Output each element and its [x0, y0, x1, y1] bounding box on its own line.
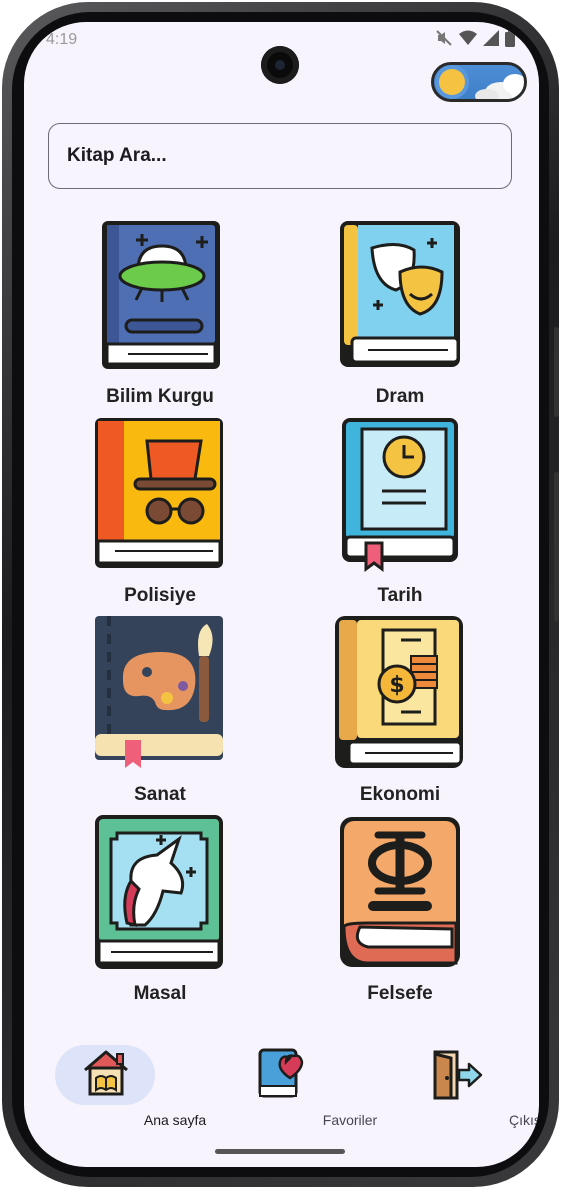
sun-icon: [435, 65, 524, 99]
gesture-home-bar[interactable]: [215, 1149, 345, 1154]
category-sanat[interactable]: Sanat: [60, 616, 260, 806]
category-label: Masal: [133, 983, 187, 1004]
category-felsefe[interactable]: Felsefe: [300, 815, 500, 1005]
category-label: Dram: [375, 386, 425, 407]
unicorn-book-icon: [95, 815, 223, 969]
category-label: Ekonomi: [359, 784, 441, 805]
mute-icon: [436, 30, 452, 46]
status-time: 4:19: [46, 31, 78, 48]
category-dram[interactable]: Dram: [300, 218, 500, 408]
category-bilim-kurgu[interactable]: Bilim Kurgu: [60, 218, 260, 408]
phi-book-icon: [340, 817, 460, 967]
nav-exit[interactable]: Çıkış: [385, 1032, 539, 1132]
wifi-icon: [459, 30, 477, 45]
bottom-navigation: Ana sayfa Favoriler Çıkış: [24, 1032, 539, 1142]
palette-book-icon: [95, 616, 223, 768]
search-input[interactable]: [49, 124, 511, 188]
category-label: Sanat: [134, 784, 186, 805]
category-tarih[interactable]: Tarih: [300, 417, 500, 607]
svg-text:$: $: [389, 673, 404, 698]
category-label: Bilim Kurgu: [106, 386, 214, 407]
exit-door-icon: [433, 1050, 483, 1100]
category-label: Felsefe: [367, 983, 433, 1004]
battery-icon: [505, 29, 515, 47]
nav-label: Çıkış: [509, 1112, 539, 1128]
category-polisiye[interactable]: Polisiye: [60, 417, 260, 607]
category-label: Tarih: [377, 585, 423, 606]
nav-favorites[interactable]: Favoriler: [210, 1032, 377, 1132]
volume-button: [554, 327, 559, 417]
category-label: Polisiye: [124, 585, 196, 606]
home-book-icon: [84, 1050, 128, 1096]
theme-toggle[interactable]: [431, 62, 527, 102]
clock-book-icon: [342, 418, 458, 572]
signal-icon: [483, 30, 499, 46]
heart-book-icon: [258, 1048, 304, 1098]
theater-masks-book-icon: [340, 221, 460, 367]
screen: 4:19 Kitap Ara... Bilim Kurgu Dram Polis…: [24, 22, 539, 1167]
front-camera: [261, 46, 299, 84]
category-ekonomi[interactable]: $ Ekonomi: [300, 616, 500, 806]
status-icons: [435, 29, 515, 47]
ufo-book-icon: [102, 221, 220, 369]
detective-book-icon: [95, 418, 223, 568]
coins-book-icon: $: [335, 616, 463, 768]
power-button: [554, 472, 559, 622]
nav-home[interactable]: Ana sayfa: [35, 1032, 206, 1132]
search-box[interactable]: [48, 123, 512, 189]
category-masal[interactable]: Masal: [60, 815, 260, 1005]
